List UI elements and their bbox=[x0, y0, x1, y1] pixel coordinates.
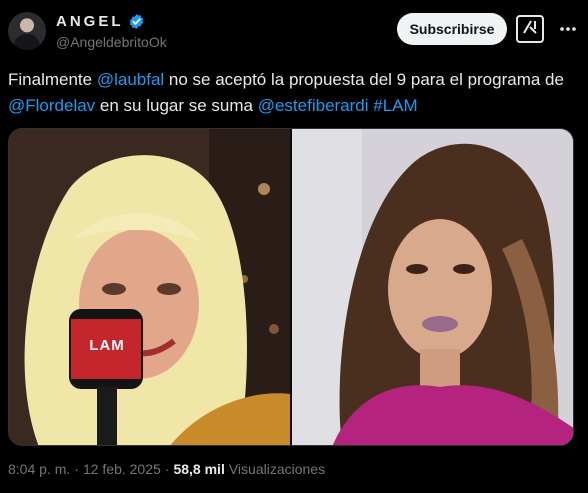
mention-flordelav[interactable]: @Flordelav bbox=[8, 96, 95, 115]
tweet-text: Finalmente @laubfal no se aceptó la prop… bbox=[8, 67, 582, 119]
mention-estefiberardi[interactable]: @estefiberardi bbox=[258, 96, 369, 115]
views-count: 58,8 mil bbox=[173, 461, 225, 477]
more-options-button[interactable] bbox=[556, 16, 580, 40]
hashtag-lam[interactable]: #LAM bbox=[373, 96, 417, 115]
meta-separator: · bbox=[164, 461, 170, 477]
subscribe-button[interactable]: Subscribirse bbox=[397, 13, 507, 45]
tweet-text-part: Finalmente bbox=[8, 70, 97, 89]
tweet-header: ANGEL @AngeldebritoOk Subscribirse bbox=[0, 0, 588, 62]
grok-icon bbox=[521, 18, 539, 41]
avatar[interactable] bbox=[8, 12, 46, 50]
photo-right[interactable] bbox=[292, 129, 573, 445]
meta-separator: · bbox=[74, 461, 79, 477]
views-label: Visualizaciones bbox=[228, 461, 326, 477]
more-dots-icon bbox=[559, 19, 577, 37]
grok-button[interactable] bbox=[516, 15, 544, 43]
author-display-name[interactable]: ANGEL bbox=[56, 13, 124, 30]
tweet-date[interactable]: 12 feb. 2025 bbox=[83, 461, 161, 477]
tweet-media[interactable]: LAM bbox=[8, 128, 574, 446]
tweet-text-part: no se aceptó la propuesta del 9 para el … bbox=[164, 70, 564, 89]
tweet-text-part: en su lugar se suma bbox=[95, 96, 258, 115]
photo-left[interactable]: LAM bbox=[9, 129, 290, 445]
tweet-meta: 8:04 p. m. · 12 feb. 2025 · 58,8 mil Vis… bbox=[8, 461, 325, 477]
verified-badge-icon bbox=[128, 13, 145, 30]
author-handle[interactable]: @AngeldebritoOk bbox=[56, 34, 167, 50]
mention-laubfal[interactable]: @laubfal bbox=[97, 70, 164, 89]
author-name-row: ANGEL bbox=[56, 13, 145, 30]
microphone-logo: LAM bbox=[89, 337, 125, 354]
tweet-time[interactable]: 8:04 p. m. bbox=[8, 461, 70, 477]
